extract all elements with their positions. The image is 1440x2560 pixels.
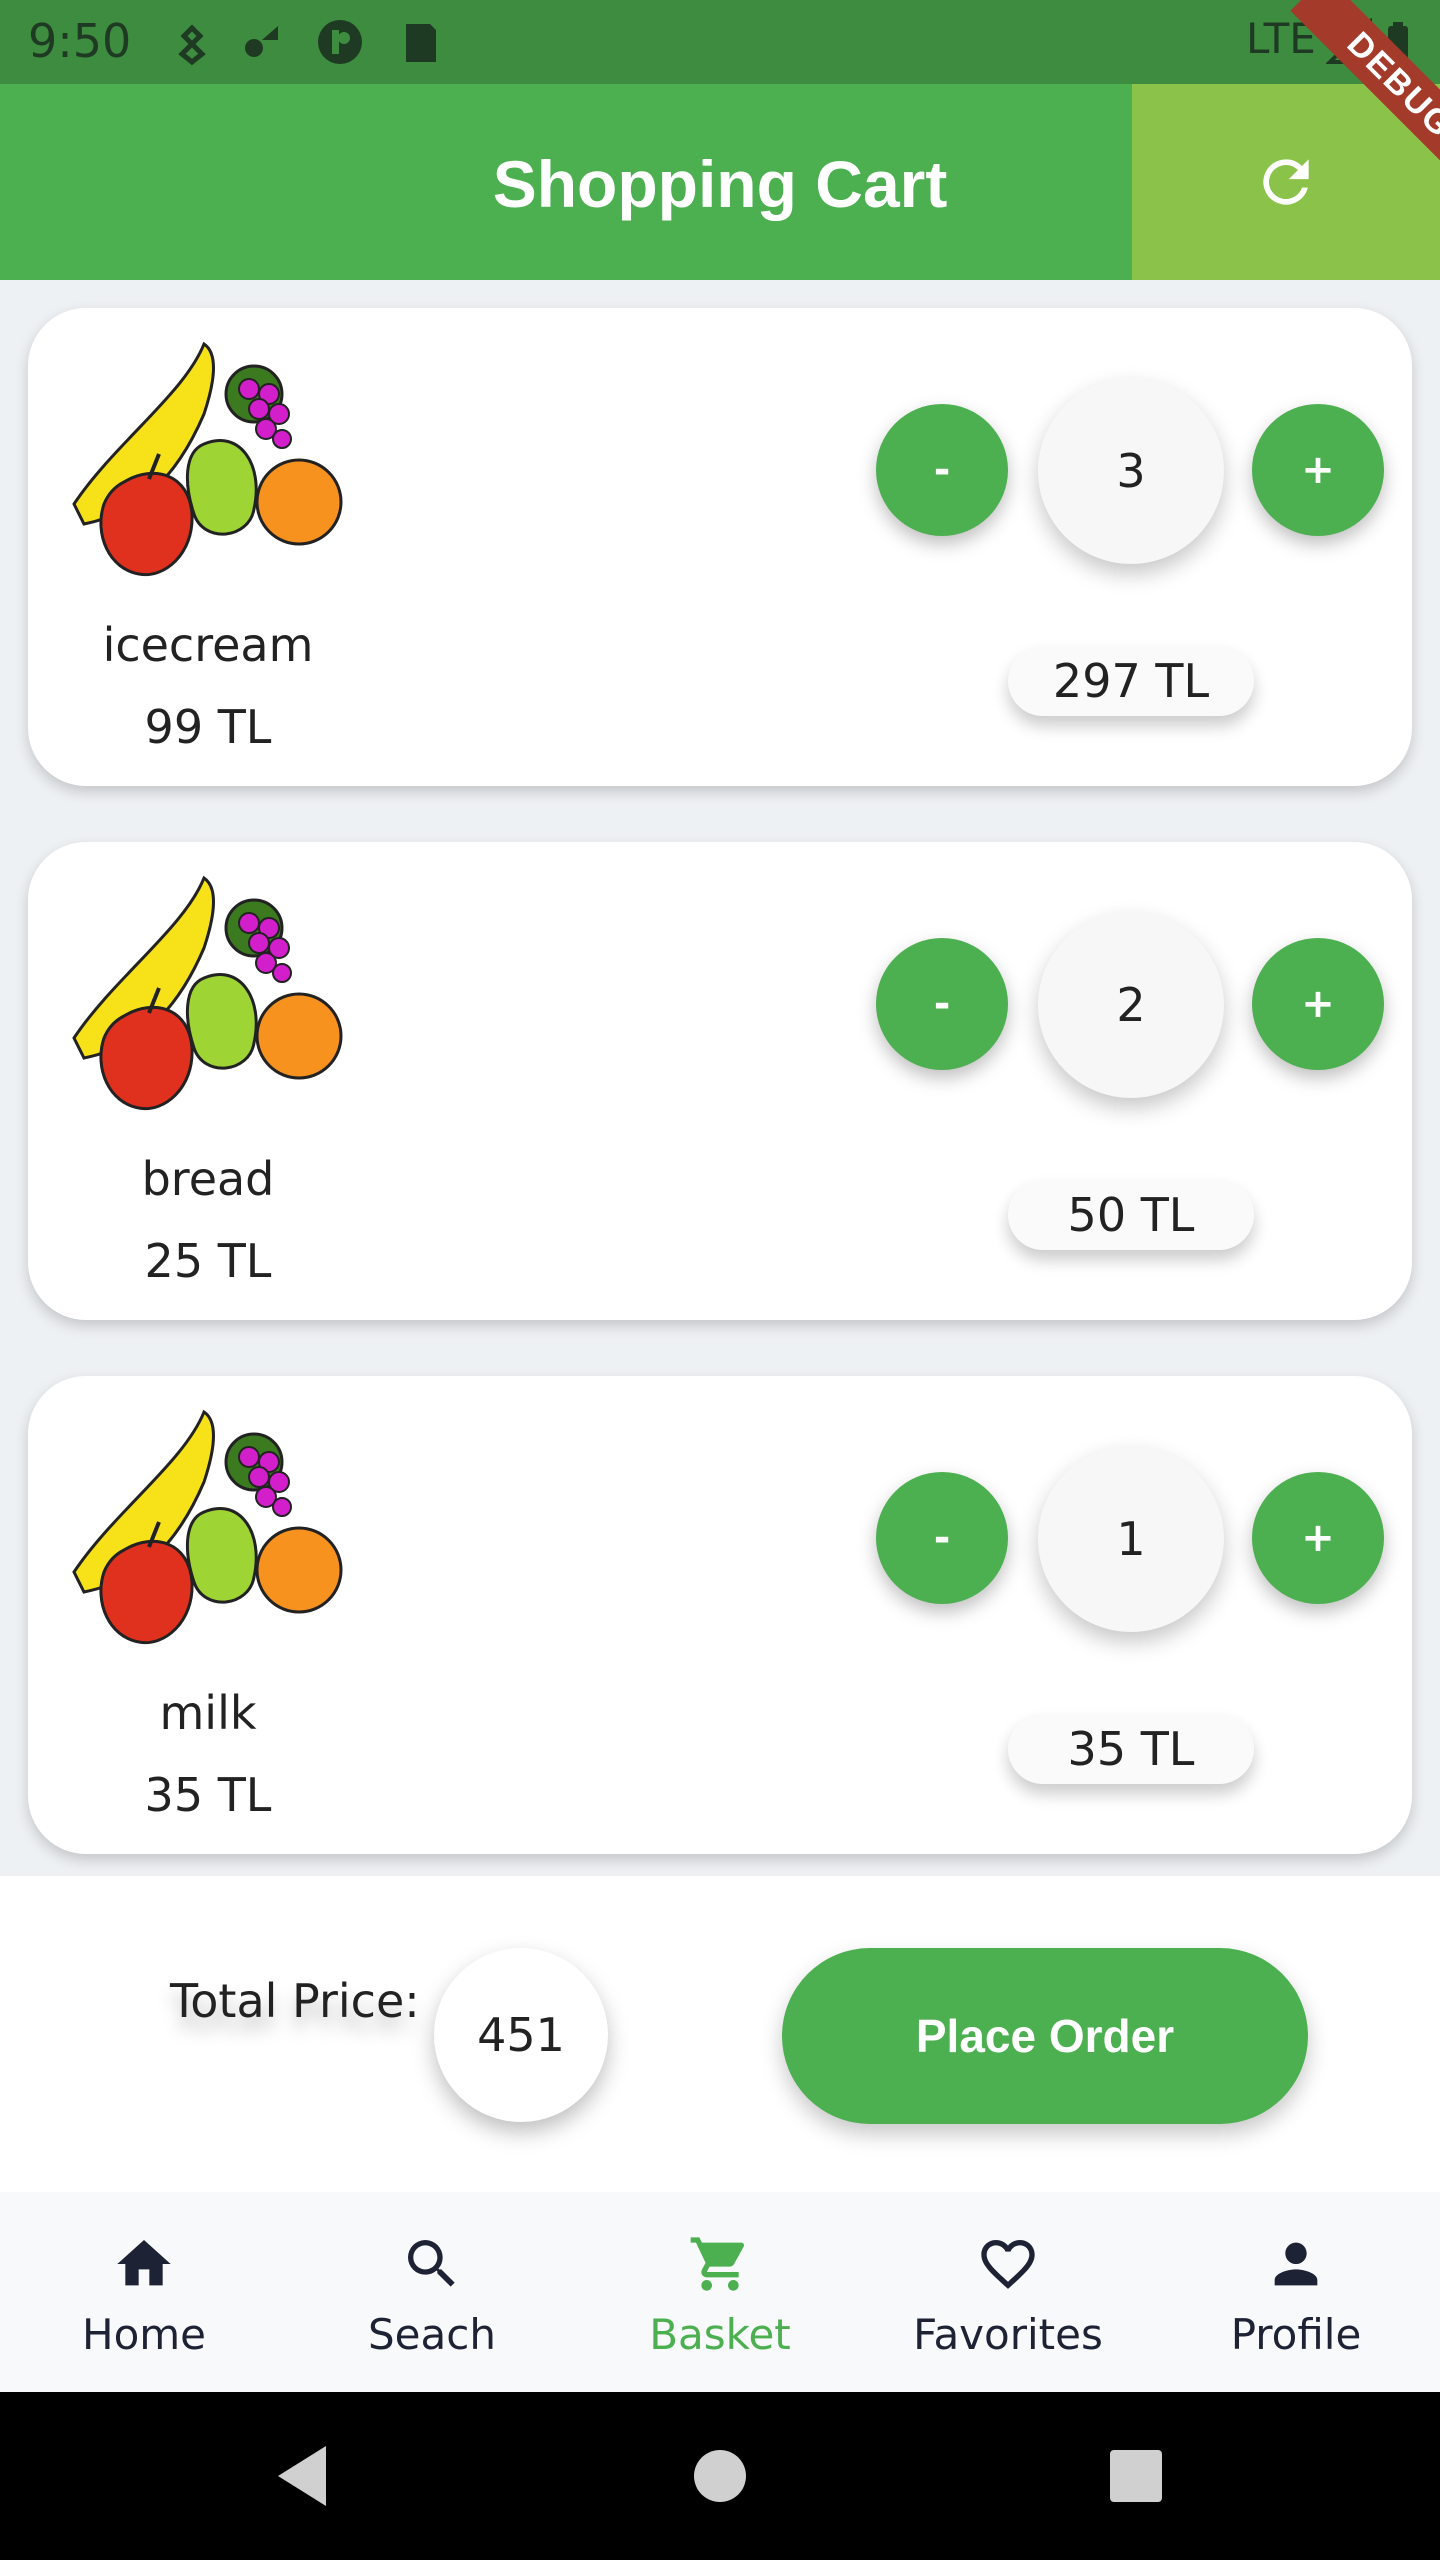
recents-icon[interactable] xyxy=(1108,2448,1164,2504)
cart-icon xyxy=(690,2237,745,2291)
fruit-basket-image xyxy=(72,875,343,1111)
item-subtotal: 297 TL xyxy=(1008,646,1254,716)
back-icon[interactable] xyxy=(270,2442,334,2510)
cart-list: icecream 99 TL - 3 + 297 TL bread 25 TL … xyxy=(0,280,1440,1876)
item-unit-price: 99 TL xyxy=(144,700,272,754)
signal-icon xyxy=(1326,18,1372,64)
item-unit-price: 35 TL xyxy=(144,1768,272,1822)
increase-quantity-button[interactable]: + xyxy=(1252,1472,1384,1604)
sd-card-icon xyxy=(406,24,436,62)
item-name: bread xyxy=(141,1152,275,1206)
item-subtotal: 50 TL xyxy=(1008,1180,1254,1250)
total-price-label: Total Price: xyxy=(170,1974,420,2028)
home-circle-icon[interactable] xyxy=(692,2448,748,2504)
refresh-button[interactable] xyxy=(1132,84,1440,280)
total-price-value: 451 xyxy=(434,1948,608,2122)
home-icon xyxy=(117,2240,171,2286)
fruit-basket-image xyxy=(72,1409,343,1645)
quantity-display: 3 xyxy=(1038,378,1224,564)
order-footer: Total Price: 451 Place Order xyxy=(0,1876,1440,2192)
item-name: milk xyxy=(159,1686,257,1740)
nav-label: Basket xyxy=(649,2310,791,2359)
settings-sync-icon xyxy=(245,26,278,57)
increase-quantity-button[interactable]: + xyxy=(1252,938,1384,1070)
cart-item-card: milk 35 TL - 1 + 35 TL xyxy=(28,1376,1412,1854)
person-icon xyxy=(1274,2242,1318,2286)
search-icon xyxy=(408,2240,455,2287)
decrease-quantity-button[interactable]: - xyxy=(876,938,1008,1070)
item-subtotal: 35 TL xyxy=(1008,1714,1254,1784)
nav-item-home[interactable]: Home xyxy=(0,2192,288,2392)
decrease-quantity-button[interactable]: - xyxy=(876,404,1008,536)
refresh-icon xyxy=(1263,159,1309,205)
item-unit-price: 25 TL xyxy=(144,1234,272,1288)
quantity-display: 1 xyxy=(1038,1446,1224,1632)
heart-icon xyxy=(981,2240,1035,2289)
place-order-button[interactable]: Place Order xyxy=(782,1948,1308,2124)
fruit-basket-image xyxy=(72,341,343,577)
nav-label: Home xyxy=(81,2310,207,2359)
cart-item-card: bread 25 TL - 2 + 50 TL xyxy=(28,842,1412,1320)
nav-item-favorites[interactable]: Favorites xyxy=(864,2192,1152,2392)
app-icon xyxy=(318,20,362,64)
decrease-quantity-button[interactable]: - xyxy=(876,1472,1008,1604)
nav-item-profile[interactable]: Profile xyxy=(1152,2192,1440,2392)
accessibility-icon xyxy=(178,24,206,66)
nav-label: Seach xyxy=(368,2310,496,2359)
nav-item-basket[interactable]: Basket xyxy=(576,2192,864,2392)
quantity-display: 2 xyxy=(1038,912,1224,1098)
nav-label: Favorites xyxy=(913,2310,1103,2359)
battery-icon xyxy=(1388,22,1408,62)
nav-item-search[interactable]: Seach xyxy=(288,2192,576,2392)
status-time: 9:50 xyxy=(28,14,132,68)
nav-label: Profile xyxy=(1230,2310,1362,2359)
network-type: LTE xyxy=(1246,14,1316,63)
bottom-navigation: Home Seach Basket Favorites Profile xyxy=(0,2192,1440,2392)
status-bar: 9:50 LTE xyxy=(0,0,1440,84)
item-name: icecream xyxy=(102,618,314,672)
cart-item-card: icecream 99 TL - 3 + 297 TL xyxy=(28,308,1412,786)
increase-quantity-button[interactable]: + xyxy=(1252,404,1384,536)
system-navigation-bar xyxy=(0,2392,1440,2560)
